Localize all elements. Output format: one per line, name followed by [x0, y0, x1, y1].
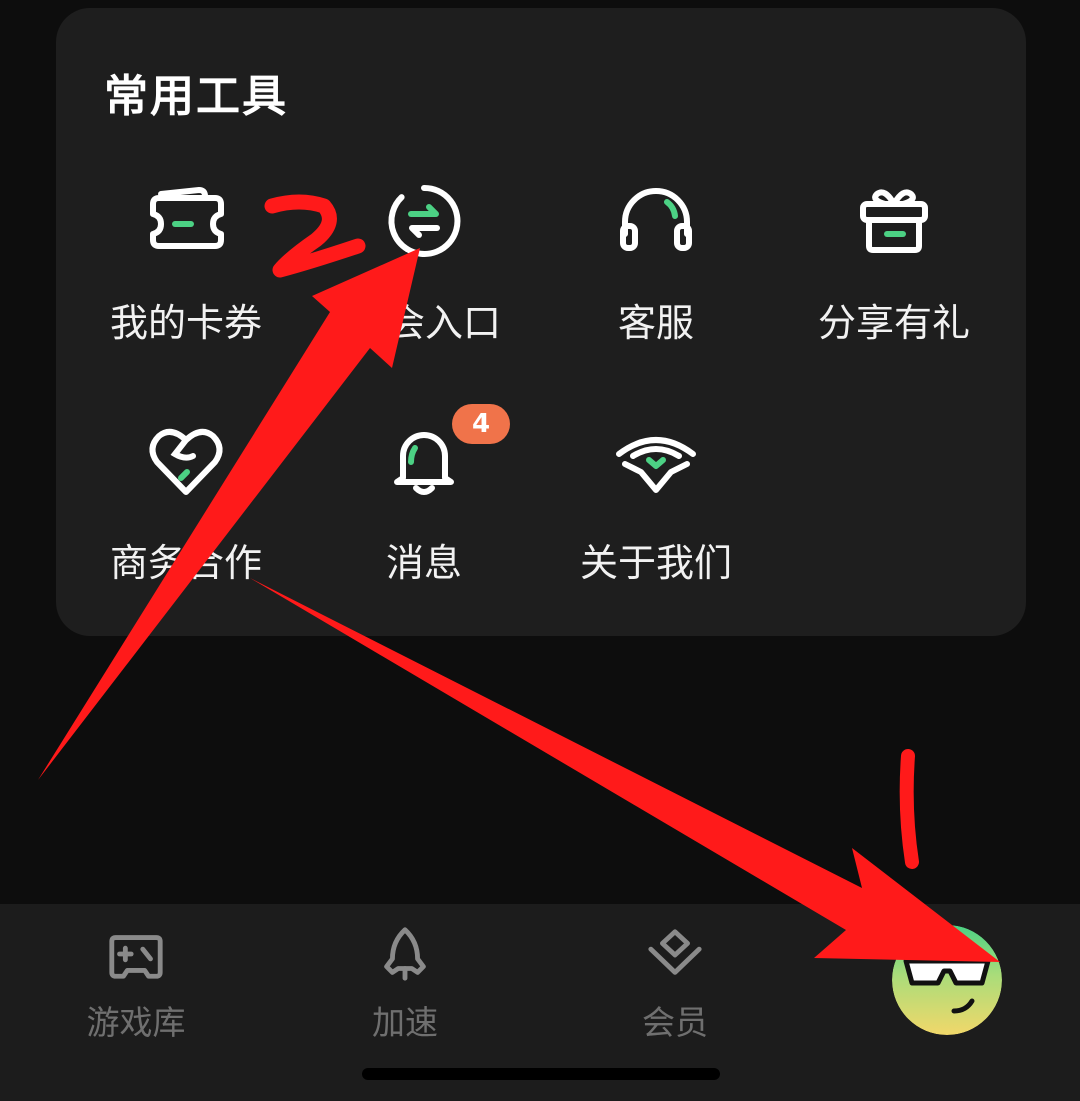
- profile-screen: 常用工具 我的卡券 会入口 客服 分享有礼 商务合作 4 消息 关于我们 游戏库…: [0, 0, 1080, 1101]
- tab-membership[interactable]: 会员: [575, 924, 775, 1044]
- sunglasses-smiley-avatar-icon: [892, 925, 1002, 1035]
- gift-box-icon: [860, 189, 928, 253]
- home-indicator[interactable]: [362, 1068, 720, 1080]
- tool-redeem-entry[interactable]: 会入口: [304, 176, 544, 376]
- coupon-ticket-icon: [150, 187, 224, 249]
- tab-label: 游戏库: [86, 1003, 186, 1042]
- tool-label: 商务合作: [109, 541, 262, 585]
- tool-business-cooperation[interactable]: 商务合作: [66, 416, 306, 616]
- tool-label: 会入口: [386, 301, 501, 345]
- wings-heart-logo-icon: [616, 437, 696, 493]
- gamepad-icon: [109, 935, 163, 979]
- common-tools-card: 常用工具 我的卡券 会入口 客服 分享有礼 商务合作 4 消息 关于我们: [56, 8, 1026, 636]
- tool-my-coupons[interactable]: 我的卡券: [66, 176, 306, 376]
- tab-game-library[interactable]: 游戏库: [36, 924, 236, 1044]
- tab-label: 会员: [642, 1003, 708, 1042]
- headset-icon: [620, 188, 692, 251]
- heart-handshake-icon: [149, 428, 223, 495]
- exchange-arrows-icon: [388, 184, 461, 257]
- rocket-icon: [384, 927, 426, 981]
- tab-accelerate[interactable]: 加速: [305, 924, 505, 1044]
- tool-label: 消息: [385, 541, 462, 585]
- tool-share-gift[interactable]: 分享有礼: [774, 176, 1014, 376]
- tool-label: 我的卡券: [109, 301, 262, 345]
- profile-avatar-tab[interactable]: [892, 925, 1002, 1035]
- tab-label: 加速: [372, 1003, 438, 1042]
- annotation-mark-1: [899, 749, 919, 869]
- tool-label: 分享有礼: [817, 301, 970, 345]
- tool-label: 客服: [617, 301, 694, 345]
- section-title: 常用工具: [104, 71, 288, 122]
- tool-customer-service[interactable]: 客服: [536, 176, 776, 376]
- tool-about-us[interactable]: 关于我们: [536, 416, 776, 616]
- unread-count-badge: 4: [452, 404, 510, 444]
- diamond-heart-icon: [648, 929, 702, 975]
- tool-label: 关于我们: [579, 541, 732, 585]
- tool-messages[interactable]: 4 消息: [304, 404, 544, 616]
